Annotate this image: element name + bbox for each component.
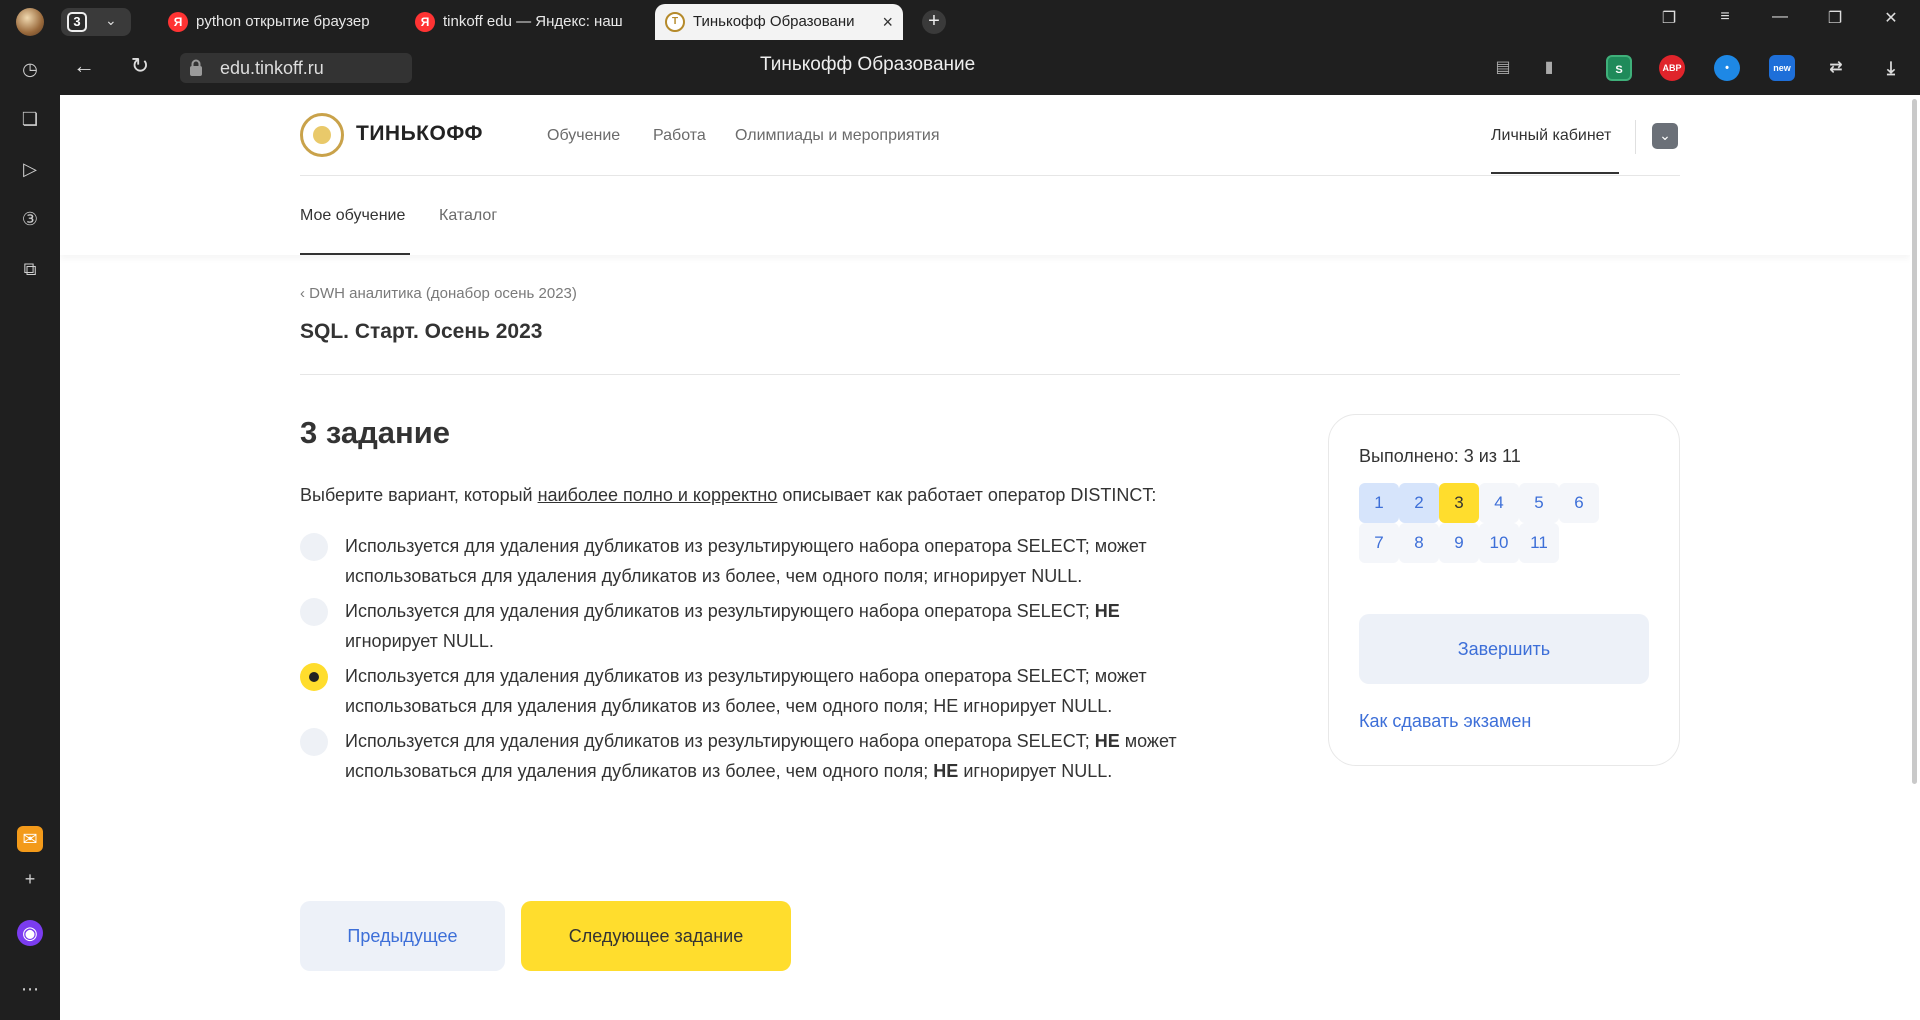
question-nav-9[interactable]: 9 bbox=[1439, 523, 1479, 563]
history-icon[interactable]: ◷ bbox=[17, 56, 43, 82]
collections-icon[interactable]: ❐ bbox=[1655, 8, 1683, 28]
close-tab-icon[interactable]: × bbox=[882, 4, 893, 40]
tab-count-icon[interactable]: ③ bbox=[17, 206, 43, 232]
question-nav-3[interactable]: 3 bbox=[1439, 483, 1479, 523]
question-nav-5[interactable]: 5 bbox=[1519, 483, 1559, 523]
subnav-my-learning[interactable]: Мое обучение bbox=[300, 207, 405, 225]
site-header: ТИНЬКОФФ Обучение Работа Олимпиады и мер… bbox=[60, 95, 1910, 255]
tab-title: Тинькофф Образовани bbox=[693, 13, 855, 30]
tab-count-badge: 3 bbox=[67, 12, 87, 32]
chevron-down-icon: ⌄ bbox=[105, 12, 117, 28]
tinkoff-favicon-icon: T bbox=[665, 12, 685, 32]
nav-olympiads[interactable]: Олимпиады и мероприятия bbox=[735, 127, 940, 145]
extension-s-icon[interactable]: S bbox=[1606, 55, 1632, 81]
page-title-bar: Тинькофф Образование bbox=[760, 54, 976, 75]
screenshot-icon[interactable]: ⧉ bbox=[17, 256, 43, 282]
menu-icon[interactable]: ≡ bbox=[1711, 8, 1739, 26]
translate-icon[interactable]: ⇄ bbox=[1823, 55, 1849, 81]
browser-sidebar: ◷ ❏ ▷ ③ ⧉ ✉ + ◉ ⋯ bbox=[0, 40, 60, 1020]
question-nav-1[interactable]: 1 bbox=[1359, 483, 1399, 523]
question-nav-10[interactable]: 10 bbox=[1479, 523, 1519, 563]
new-tab-button[interactable]: + bbox=[922, 10, 946, 34]
next-task-button[interactable]: Следующее задание bbox=[521, 901, 791, 971]
question-nav-2[interactable]: 2 bbox=[1399, 483, 1439, 523]
chevron-left-icon: ‹ bbox=[300, 285, 310, 302]
brand-name[interactable]: ТИНЬКОФФ bbox=[356, 122, 483, 146]
extension-blue-icon[interactable]: • bbox=[1714, 55, 1740, 81]
question-text: Выберите вариант, который наиболее полно… bbox=[300, 485, 1157, 505]
divider bbox=[300, 374, 1680, 375]
address-bar[interactable]: edu.tinkoff.ru bbox=[180, 53, 412, 83]
task-title: 3 задание bbox=[300, 415, 451, 450]
extension-new-icon[interactable]: new bbox=[1769, 55, 1795, 81]
question-nav-11[interactable]: 11 bbox=[1519, 523, 1559, 563]
active-nav-underline bbox=[1491, 172, 1619, 174]
restore-icon[interactable]: ❐ bbox=[1821, 8, 1849, 28]
browser-tab-1[interactable]: Я python открытие браузер bbox=[158, 4, 398, 40]
browser-toolbar: ← ↻ edu.tinkoff.ru Тинькофф Образование … bbox=[60, 40, 1920, 95]
profile-dropdown-button[interactable]: ⌄ bbox=[1652, 123, 1678, 149]
option-text: Используется для удаления дубликатов из … bbox=[345, 536, 1147, 586]
alice-assistant-icon[interactable]: ◉ bbox=[17, 920, 43, 946]
progress-card: Выполнено: 3 из 11 1 2 3 4 5 6 7 8 9 10 … bbox=[1328, 414, 1680, 766]
previous-button[interactable]: Предыдущее bbox=[300, 901, 505, 971]
yandex-favicon-icon: Я bbox=[415, 12, 435, 32]
finish-button[interactable]: Завершить bbox=[1359, 614, 1649, 684]
emphasis-link: наиболее полно и корректно bbox=[537, 485, 778, 505]
option-text: Используется для удаления дубликатов из … bbox=[345, 731, 1177, 781]
course-title: SQL. Старт. Осень 2023 bbox=[300, 320, 543, 343]
divider bbox=[300, 175, 1680, 176]
subnav-catalog[interactable]: Каталог bbox=[439, 207, 497, 225]
page-scrollbar[interactable] bbox=[1910, 95, 1920, 1020]
browser-tab-2[interactable]: Я tinkoff edu — Яндекс: наш bbox=[405, 4, 645, 40]
breadcrumb[interactable]: ‹ DWH аналитика (донабор осень 2023) bbox=[300, 285, 577, 302]
collections-icon[interactable]: ❏ bbox=[17, 106, 43, 132]
exam-help-link[interactable]: Как сдавать экзамен bbox=[1359, 711, 1531, 732]
web-page: ТИНЬКОФФ Обучение Работа Олимпиады и мер… bbox=[60, 95, 1910, 1020]
nav-learning[interactable]: Обучение bbox=[547, 127, 620, 145]
radio-button[interactable] bbox=[300, 598, 328, 626]
scrollbar-thumb[interactable] bbox=[1912, 99, 1917, 784]
question-nav-4[interactable]: 4 bbox=[1479, 483, 1519, 523]
profile-avatar[interactable] bbox=[16, 8, 44, 36]
minimize-icon[interactable]: — bbox=[1766, 8, 1794, 26]
play-icon[interactable]: ▷ bbox=[17, 156, 43, 182]
progress-text: Выполнено: 3 из 11 bbox=[1359, 446, 1521, 466]
browser-tab-3-active[interactable]: T Тинькофф Образовани × bbox=[655, 4, 903, 40]
download-icon[interactable]: ⤓ bbox=[1878, 55, 1904, 81]
question-nav-8[interactable]: 8 bbox=[1399, 523, 1439, 563]
option-text: Используется для удаления дубликатов из … bbox=[345, 666, 1147, 716]
tinkoff-logo-icon[interactable] bbox=[300, 113, 344, 157]
mail-icon[interactable]: ✉ bbox=[17, 826, 43, 852]
close-window-icon[interactable]: ✕ bbox=[1877, 8, 1905, 28]
active-subnav-underline bbox=[300, 253, 410, 255]
tab-title: tinkoff edu — Яндекс: наш bbox=[443, 13, 623, 30]
option-text: Используется для удаления дубликатов из … bbox=[345, 601, 1120, 651]
lock-icon bbox=[190, 59, 202, 76]
radio-button-checked[interactable] bbox=[300, 663, 328, 691]
back-icon[interactable]: ← bbox=[68, 50, 100, 82]
tab-groups-button[interactable]: 3 ⌄ bbox=[61, 8, 131, 36]
divider bbox=[1635, 120, 1636, 154]
add-panel-icon[interactable]: + bbox=[17, 866, 43, 892]
nav-personal-cabinet[interactable]: Личный кабинет bbox=[1491, 127, 1611, 145]
browser-tab-bar: 3 ⌄ Я python открытие браузер Я tinkoff … bbox=[0, 0, 1920, 40]
question-nav-6[interactable]: 6 bbox=[1559, 483, 1599, 523]
more-icon[interactable]: ⋯ bbox=[17, 976, 43, 1002]
bookmark-icon[interactable]: ▮ bbox=[1536, 55, 1562, 81]
breadcrumb-label: DWH аналитика (донабор осень 2023) bbox=[309, 285, 577, 302]
yandex-favicon-icon: Я bbox=[168, 12, 188, 32]
url-text: edu.tinkoff.ru bbox=[220, 58, 324, 78]
radio-button[interactable] bbox=[300, 533, 328, 561]
nav-work[interactable]: Работа bbox=[653, 127, 706, 145]
reload-icon[interactable]: ↻ bbox=[124, 50, 156, 82]
adblock-icon[interactable]: ABP bbox=[1659, 55, 1685, 81]
tab-title: python открытие браузер bbox=[196, 13, 370, 30]
radio-button[interactable] bbox=[300, 728, 328, 756]
question-nav-7[interactable]: 7 bbox=[1359, 523, 1399, 563]
reader-mode-icon[interactable]: ▤ bbox=[1490, 55, 1516, 81]
